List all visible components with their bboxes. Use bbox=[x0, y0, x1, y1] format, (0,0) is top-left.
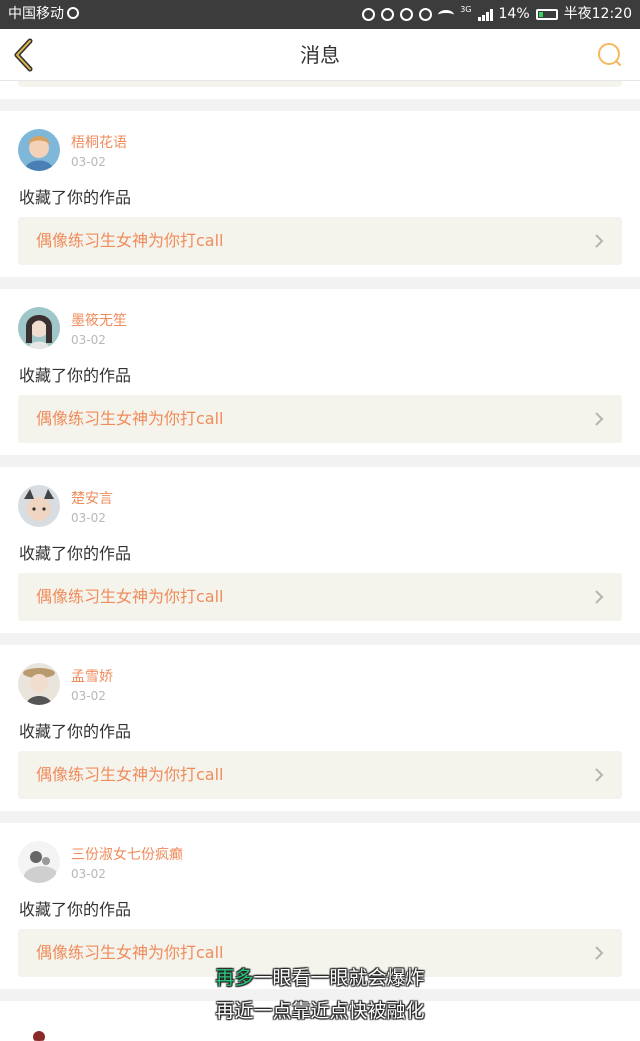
previous-card-tail bbox=[0, 81, 640, 99]
work-link[interactable]: 偶像练习生女神为你打call bbox=[18, 217, 622, 265]
avatar[interactable] bbox=[18, 841, 60, 883]
clock: 半夜12:20 bbox=[563, 6, 632, 22]
work-title: 偶像练习生女神为你打call bbox=[36, 587, 224, 606]
divider bbox=[0, 99, 640, 111]
divider bbox=[0, 633, 640, 645]
network-type-label: 3G bbox=[460, 5, 472, 14]
vibrate-icon bbox=[362, 8, 376, 21]
avatar-image bbox=[18, 307, 60, 349]
search-icon bbox=[598, 43, 621, 66]
previous-work-link[interactable] bbox=[18, 81, 622, 87]
divider bbox=[0, 811, 640, 823]
notification-card: 梧桐花语 03-02 收藏了你的作品 偶像练习生女神为你打call bbox=[0, 111, 640, 277]
chevron-right-icon bbox=[595, 234, 604, 248]
chevron-right-icon bbox=[595, 412, 604, 426]
date: 03-02 bbox=[71, 333, 106, 347]
chevron-right-icon bbox=[595, 768, 604, 782]
chevron-right-icon bbox=[595, 946, 604, 960]
avatar-image bbox=[18, 129, 60, 171]
notification-card: 孟雪娇 03-02 收藏了你的作品 偶像练习生女神为你打call bbox=[0, 645, 640, 811]
notification-list: 梧桐花语 03-02 收藏了你的作品 偶像练习生女神为你打call 墨筱无笙 0… bbox=[0, 81, 640, 1041]
avatar-image bbox=[18, 663, 60, 705]
date: 03-02 bbox=[71, 155, 106, 169]
username[interactable]: 墨筱无笙 bbox=[71, 310, 127, 330]
avatar[interactable] bbox=[18, 129, 60, 171]
avatar[interactable] bbox=[18, 663, 60, 705]
avatar[interactable] bbox=[18, 307, 60, 349]
action-text: 收藏了你的作品 bbox=[19, 722, 132, 741]
battery-icon bbox=[535, 9, 558, 20]
page-title: 消息 bbox=[300, 43, 340, 67]
lyric-line-1: 再多一眼看一眼就会爆炸 bbox=[215, 967, 425, 989]
wifi-icon bbox=[438, 9, 455, 20]
username[interactable]: 三份淑女七份疯癫 bbox=[71, 844, 183, 864]
action-text: 收藏了你的作品 bbox=[19, 544, 132, 563]
work-title: 偶像练习生女神为你打call bbox=[36, 409, 224, 428]
username[interactable]: 楚安言 bbox=[71, 488, 113, 508]
status-icons: 3G 14% 半夜12:20 bbox=[362, 0, 632, 29]
username[interactable]: 孟雪娇 bbox=[71, 666, 113, 686]
action-text: 收藏了你的作品 bbox=[19, 188, 132, 207]
chevron-right-icon bbox=[595, 590, 604, 604]
avatar-image bbox=[18, 841, 60, 883]
action-text: 收藏了你的作品 bbox=[19, 366, 132, 385]
notification-card: 楚安言 03-02 收藏了你的作品 偶像练习生女神为你打call bbox=[0, 467, 640, 633]
work-title: 偶像练习生女神为你打call bbox=[36, 765, 224, 784]
eye-comfort-icon bbox=[419, 8, 433, 21]
work-link[interactable]: 偶像练习生女神为你打call bbox=[18, 395, 622, 443]
lyric-line-2: 再近一点靠近点快被融化 bbox=[215, 1000, 425, 1022]
status-bar: 中国移动 3G 14% 半夜12:20 bbox=[0, 0, 640, 29]
nav-bar: 消息 bbox=[0, 29, 640, 81]
work-link[interactable]: 偶像练习生女神为你打call bbox=[18, 751, 622, 799]
data-saver-icon bbox=[67, 7, 79, 19]
date: 03-02 bbox=[71, 867, 106, 881]
date: 03-02 bbox=[71, 511, 106, 525]
divider bbox=[0, 277, 640, 289]
notification-card: 墨筱无笙 03-02 收藏了你的作品 偶像练习生女神为你打call bbox=[0, 289, 640, 455]
battery-percent: 14% bbox=[498, 6, 530, 22]
username[interactable]: 梧桐花语 bbox=[71, 132, 127, 152]
date: 03-02 bbox=[71, 689, 106, 703]
work-title: 偶像练习生女神为你打call bbox=[36, 231, 224, 250]
action-text: 收藏了你的作品 bbox=[19, 900, 132, 919]
alarm-icon bbox=[400, 8, 414, 21]
divider bbox=[0, 455, 640, 467]
avatar-image bbox=[18, 485, 60, 527]
work-link[interactable]: 偶像练习生女神为你打call bbox=[18, 573, 622, 621]
carrier-label: 中国移动 bbox=[8, 0, 79, 29]
mute-icon bbox=[381, 8, 395, 21]
search-button[interactable] bbox=[596, 41, 624, 69]
signal-icon bbox=[477, 8, 493, 21]
avatar[interactable] bbox=[18, 485, 60, 527]
